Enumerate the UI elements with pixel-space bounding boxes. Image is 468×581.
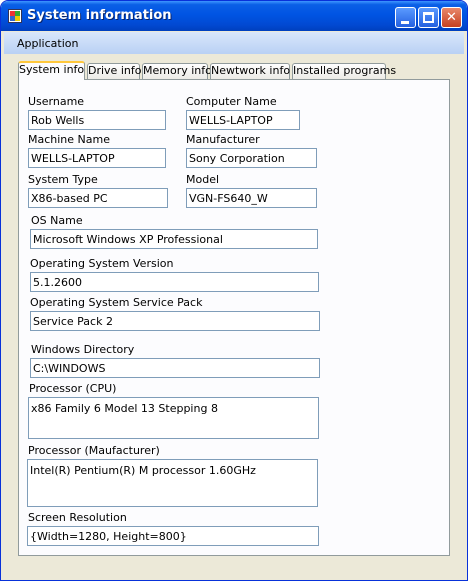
os-service-pack-label: Operating System Service Pack bbox=[30, 296, 203, 309]
maximize-button[interactable] bbox=[418, 7, 439, 28]
tab-system-info[interactable]: System info bbox=[18, 61, 85, 80]
window-title: System information bbox=[27, 8, 172, 23]
system-type-label: System Type bbox=[28, 173, 98, 186]
username-label: Username bbox=[28, 95, 85, 108]
os-version-field[interactable]: 5.1.2600 bbox=[30, 272, 319, 292]
os-name-label: OS Name bbox=[31, 214, 83, 227]
tab-memory-info[interactable]: Memory info bbox=[142, 63, 212, 79]
menu-application[interactable]: Application bbox=[17, 37, 78, 50]
processor-manufacturer-label: Processor (Maufacturer) bbox=[28, 444, 160, 457]
os-version-label: Operating System Version bbox=[30, 257, 174, 270]
windows-directory-label: Windows Directory bbox=[31, 343, 135, 356]
system-information-window: System information ✕ Application System … bbox=[0, 0, 468, 581]
processor-cpu-field[interactable]: x86 Family 6 Model 13 Stepping 8 bbox=[28, 397, 319, 439]
close-icon: ✕ bbox=[446, 10, 457, 25]
model-label: Model bbox=[186, 173, 220, 186]
machine-name-label: Machine Name bbox=[28, 133, 110, 146]
screen-resolution-label: Screen Resolution bbox=[28, 511, 127, 524]
machine-name-field[interactable]: WELLS-LAPTOP bbox=[28, 148, 166, 168]
app-icon[interactable] bbox=[8, 9, 22, 23]
username-field[interactable]: Rob Wells bbox=[28, 110, 166, 130]
computer-name-field[interactable]: WELLS-LAPTOP bbox=[186, 110, 300, 130]
tab-installed-programs[interactable]: Installed programs bbox=[292, 63, 396, 79]
manufacturer-field[interactable]: Sony Corporation bbox=[186, 148, 317, 168]
os-name-field[interactable]: Microsoft Windows XP Professional bbox=[30, 229, 318, 249]
os-service-pack-field[interactable]: Service Pack 2 bbox=[30, 311, 320, 331]
system-type-field[interactable]: X86-based PC bbox=[28, 188, 168, 208]
title-bar[interactable]: System information ✕ bbox=[1, 1, 467, 31]
processor-manufacturer-field[interactable]: Intel(R) Pentium(R) M processor 1.60GHz bbox=[27, 459, 318, 507]
close-button[interactable]: ✕ bbox=[441, 7, 462, 28]
processor-cpu-label: Processor (CPU) bbox=[29, 382, 117, 395]
computer-name-label: Computer Name bbox=[186, 95, 277, 108]
minimize-button[interactable] bbox=[395, 7, 416, 28]
model-field[interactable]: VGN-FS640_W bbox=[186, 188, 317, 208]
manufacturer-label: Manufacturer bbox=[186, 133, 260, 146]
screen-resolution-field[interactable]: {Width=1280, Height=800} bbox=[27, 526, 319, 546]
tab-network-info[interactable]: Newtwork info bbox=[210, 63, 290, 79]
tab-drive-info[interactable]: Drive info bbox=[87, 63, 141, 79]
menu-bar: Application bbox=[4, 32, 464, 54]
system-info-panel: Username Rob Wells Computer Name WELLS-L… bbox=[18, 79, 450, 556]
windows-directory-field[interactable]: C:\WINDOWS bbox=[30, 358, 320, 378]
